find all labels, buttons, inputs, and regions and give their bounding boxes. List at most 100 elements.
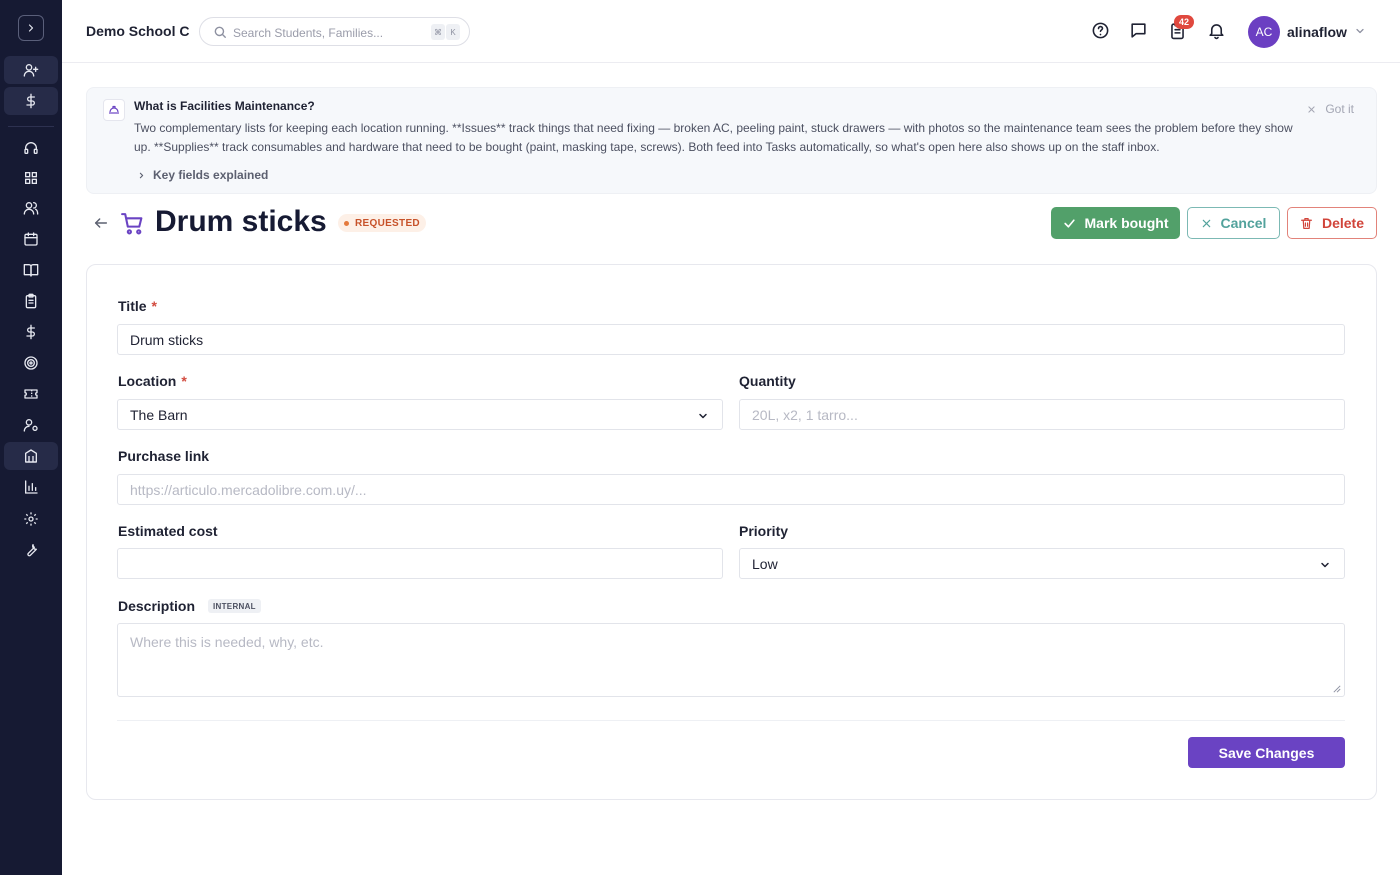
estimated-cost-input[interactable] [117,548,723,579]
estimated-cost-label-text: Estimated cost [118,523,218,539]
trash-icon [1301,217,1312,229]
users-icon [23,202,39,215]
sidebar-item-tools[interactable] [4,536,58,564]
bar-chart-icon [25,480,38,494]
calendar-icon [24,232,38,246]
sidebar-item-finance[interactable] [4,318,58,346]
sidebar [0,0,62,875]
sidebar-item-support[interactable] [4,134,58,162]
got-it-label: Got it [1325,102,1354,116]
got-it-button[interactable]: Got it [1307,102,1354,116]
chevron-down-icon [1321,562,1329,568]
dollar-icon [26,324,35,340]
location-select-value: The Barn [130,406,188,423]
tasks-count-badge: 42 [1174,15,1194,29]
quantity-placeholder: 20L, x2, 1 tarro... [752,406,858,423]
school-name: Demo School C [86,23,190,39]
ticket-icon [24,389,38,399]
search-icon [214,26,226,38]
sidebar-item-courses[interactable] [4,256,58,284]
purchase-link-label-text: Purchase link [118,448,210,464]
sidebar-item-settings[interactable] [4,505,58,533]
sidebar-item-goals[interactable] [4,349,58,377]
check-icon [1063,218,1075,228]
purchase-link-label: Purchase link [118,448,209,464]
sidebar-toggle-button[interactable] [18,15,44,41]
quantity-input[interactable]: 20L, x2, 1 tarro... [739,399,1345,430]
sidebar-item-tasks[interactable] [4,287,58,315]
close-icon [1202,219,1210,227]
title-label-text: Title [118,298,147,314]
description-placeholder: Where this is needed, why, etc. [130,634,324,650]
quantity-label: Quantity [739,373,796,389]
status-dot [344,220,349,226]
sidebar-item-billing[interactable] [4,87,58,115]
building-icon [25,449,37,463]
sidebar-item-admissions[interactable] [4,56,58,84]
dollar-icon [26,93,35,109]
user-name[interactable]: alinaflow [1287,24,1347,40]
title-input[interactable]: Drum sticks [117,324,1345,355]
chevron-down-icon [699,413,707,419]
page-title: Drum sticks [155,205,327,238]
priority-label-text: Priority [739,523,789,539]
user-plus-icon [23,63,39,77]
required-mark: * [151,298,157,314]
close-icon [1308,105,1315,113]
info-title: What is Facilities Maintenance? [134,99,315,113]
sidebar-item-facilities[interactable] [4,442,58,470]
chevron-right-icon [28,24,34,32]
purchase-link-input[interactable]: https://articulo.mercadolibre.com.uy/... [117,474,1345,505]
bell-icon[interactable] [1207,21,1226,40]
save-changes-button[interactable]: Save Changes [1188,737,1345,768]
shortcut-k-key: K [446,24,460,40]
avatar[interactable]: AC [1248,16,1280,48]
wrench-icon [27,544,37,557]
form-divider [117,720,1345,721]
info-banner: What is Facilities Maintenance? Two comp… [86,87,1377,194]
sidebar-item-calendar[interactable] [4,225,58,253]
help-circle-icon[interactable] [1091,21,1110,40]
description-textarea[interactable]: Where this is needed, why, etc. [117,623,1345,697]
delete-label: Delete [1321,215,1365,231]
cancel-button[interactable]: Cancel [1187,207,1280,239]
description-label-text: Description [118,598,196,614]
location-select[interactable]: The Barn [117,399,723,430]
back-arrow-icon[interactable] [93,215,109,231]
target-icon [24,356,38,370]
sidebar-divider [8,126,54,127]
required-mark: * [181,373,187,389]
priority-select[interactable]: Low [739,548,1345,579]
status-label: REQUESTED [355,217,420,229]
sidebar-item-people[interactable] [4,194,58,222]
priority-label: Priority [739,523,788,539]
priority-select-value: Low [752,555,778,572]
key-fields-toggle[interactable]: Key fields explained [137,168,268,182]
chat-icon[interactable] [1129,21,1148,40]
book-icon [23,264,39,277]
title-input-value: Drum sticks [130,331,204,348]
headset-icon [24,142,38,154]
sidebar-item-reports[interactable] [4,473,58,501]
location-label: Location * [118,373,187,389]
search-placeholder: Search Students, Families... [233,26,384,40]
gear-icon [24,512,38,526]
mark-bought-button[interactable]: Mark bought [1051,207,1180,239]
clipboard-icon [25,293,37,309]
sidebar-item-staff[interactable] [4,411,58,439]
hard-hat-icon [103,99,125,121]
search-input[interactable]: Search Students, Families... ⌘ K [199,17,470,46]
description-label: Description INTERNAL [118,598,261,614]
purchase-link-placeholder: https://articulo.mercadolibre.com.uy/... [130,481,367,498]
delete-button[interactable]: Delete [1287,207,1377,239]
chevron-down-icon[interactable] [1354,25,1366,37]
mark-bought-label: Mark bought [1084,215,1169,231]
cancel-label: Cancel [1220,215,1267,231]
shopping-cart-icon [121,213,143,235]
top-bar: Demo School C Search Students, Families.… [62,0,1400,63]
sidebar-item-dashboard[interactable] [4,164,58,192]
title-label: Title * [118,298,157,314]
resize-handle-icon[interactable] [1333,685,1341,693]
sidebar-item-events[interactable] [4,380,58,408]
quantity-label-text: Quantity [739,373,796,389]
